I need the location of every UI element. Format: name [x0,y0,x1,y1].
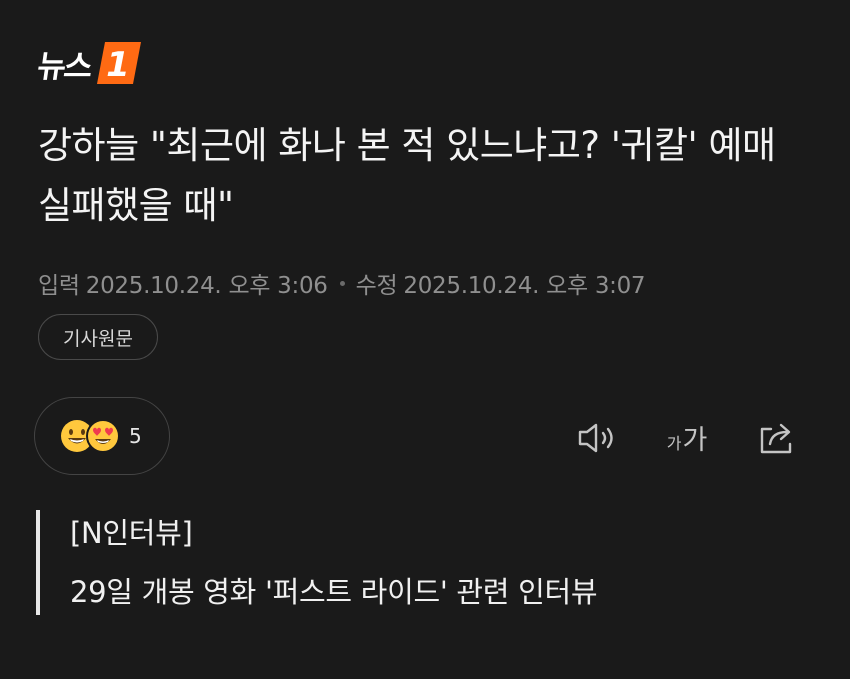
original-article-button[interactable]: 기사원문 [38,314,158,360]
news1-logo[interactable]: 뉴스 1 [34,38,143,88]
logo-mark-text: 1 [106,45,130,85]
logo-text: 뉴스 [34,48,94,85]
input-label: 입력 [38,273,80,299]
article-title: 강하늘 "최근에 화나 본 적 있느냐고? '귀칼' 예매 실패했을 때" [38,124,776,227]
share-icon[interactable] [754,418,800,458]
edit-label: 수정 [355,273,398,299]
article-summary: [N인터뷰] 29일 개봉 영화 '퍼스트 라이드' 관련 인터뷰 [36,510,816,615]
summary-line: 29일 개봉 영화 '퍼스트 라이드' 관련 인터뷰 [70,575,598,609]
font-size-button[interactable]: 가 가 [660,418,714,458]
summary-line: [N인터뷰] [70,516,193,550]
font-size-large-label: 가 [682,425,708,456]
logo-mark-icon: 1 [95,40,143,86]
input-date: 2025.10.24. 오후 3:06 [85,273,328,299]
reaction-button[interactable]: 5 [34,397,170,475]
reaction-emoji-stack [59,418,131,454]
heart-eyes-face-icon [86,419,120,453]
font-size-small-label: 가 [666,434,682,453]
edit-date: 2025.10.24. 오후 3:07 [403,273,646,299]
article-meta: 입력 2025.10.24. 오후 3:06 수정 2025.10.24. 오후… [38,266,646,300]
meta-separator-dot [339,280,345,286]
speaker-icon[interactable] [574,418,620,458]
